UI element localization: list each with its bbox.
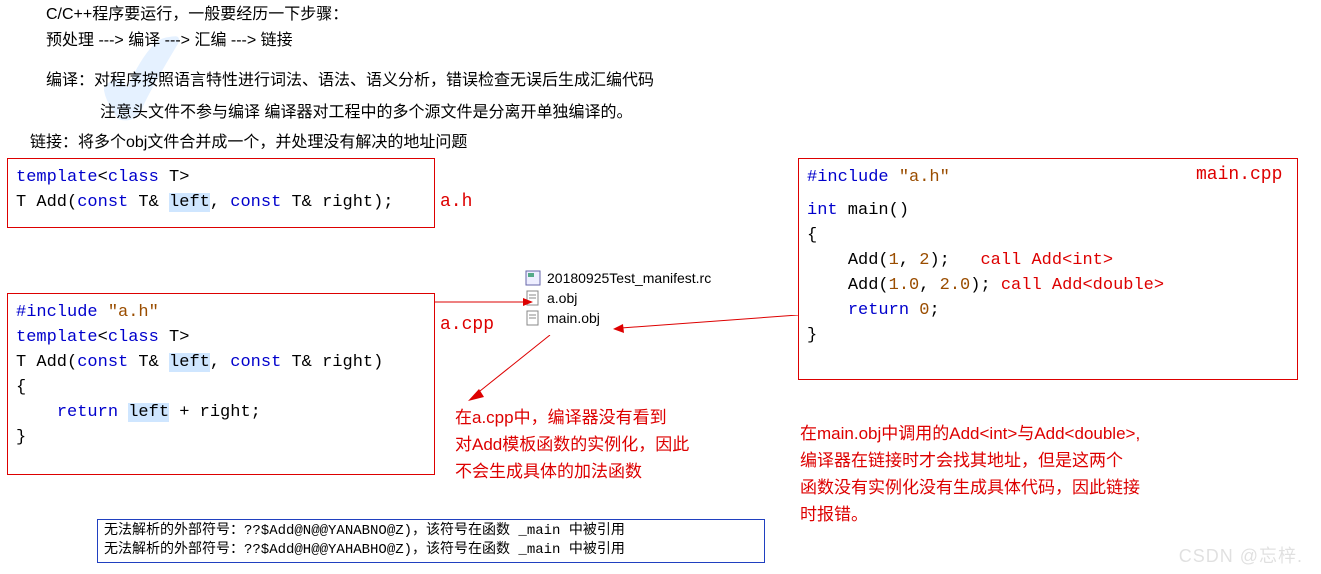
annotation-call-double: call Add<double>	[1001, 276, 1164, 295]
kw-return: return	[57, 403, 118, 422]
code-box-ah: template<class T> T Add(const T& left, c…	[7, 158, 435, 228]
param-left: left	[169, 193, 210, 212]
obj-file-icon	[525, 310, 541, 326]
label-ah: a.h	[440, 192, 472, 212]
kw-const: const	[77, 193, 128, 212]
kw-const: const	[77, 353, 128, 372]
annotation-call-int: call Add<int>	[980, 251, 1113, 270]
kw-const: const	[230, 193, 281, 212]
label-acpp: a.cpp	[440, 315, 494, 335]
kw-include: #include	[16, 303, 108, 322]
file-item-manifest: 20180925Test_manifest.rc	[525, 270, 711, 286]
include-string: "a.h"	[899, 168, 950, 187]
kw-return: return	[848, 301, 909, 320]
file-item-aobj: a.obj	[525, 290, 711, 306]
kw-int: int	[807, 201, 838, 220]
intro-line-2: 预处理 ---> 编译 ---> 汇编 ---> 链接	[46, 26, 293, 50]
kw-template: template	[16, 168, 98, 187]
code-box-acpp: #include "a.h" template<class T> T Add(c…	[7, 293, 435, 475]
intro-line-3: 编译：对程序按照语言特性进行词法、语法、语义分析，错误检查无误后生成汇编代码	[46, 66, 654, 90]
rc-file-icon	[525, 270, 541, 286]
kw-include: #include	[807, 168, 899, 187]
param-left: left	[169, 353, 210, 372]
right-note: 在main.obj中调用的Add<int>与Add<double>, 编译器在链…	[800, 420, 1300, 528]
intro-line-1: C/C++程序要运行，一般要经历一下步骤：	[46, 0, 348, 24]
center-note: 在a.cpp中，编译器没有看到 对Add模板函数的实例化，因此 不会生成具体的加…	[455, 404, 689, 485]
obj-file-icon	[525, 290, 541, 306]
arrow-aobj	[435, 295, 535, 310]
include-string: "a.h"	[108, 303, 159, 322]
error-box: 无法解析的外部符号：??$Add@N@@YANABNO@Z)，该符号在函数 _m…	[97, 519, 765, 563]
code-box-main: #include "a.h" int main() { Add(1, 2); c…	[798, 158, 1298, 380]
watermark: CSDN @忘梓.	[1179, 542, 1303, 568]
kw-class: class	[108, 328, 159, 347]
kw-class: class	[108, 168, 159, 187]
error-line-1: 无法解析的外部符号：??$Add@N@@YANABNO@Z)，该符号在函数 _m…	[104, 522, 758, 541]
intro-line-5: 链接：将多个obj文件合并成一个，并处理没有解决的地址问题	[30, 128, 467, 152]
file-item-mainobj: main.obj	[525, 310, 711, 326]
intro-line-4: 注意头文件不参与编译 编译器对工程中的多个源文件是分离开单独编译的。	[100, 98, 632, 122]
label-maincpp: main.cpp	[1196, 165, 1282, 185]
kw-const: const	[230, 353, 281, 372]
file-list: 20180925Test_manifest.rc a.obj main.obj	[525, 270, 711, 330]
var-left: left	[128, 403, 169, 422]
error-line-2: 无法解析的外部符号：??$Add@H@@YAHABHO@Z)，该符号在函数 _m…	[104, 541, 758, 560]
arrow-note	[465, 335, 560, 405]
kw-template: template	[16, 328, 98, 347]
